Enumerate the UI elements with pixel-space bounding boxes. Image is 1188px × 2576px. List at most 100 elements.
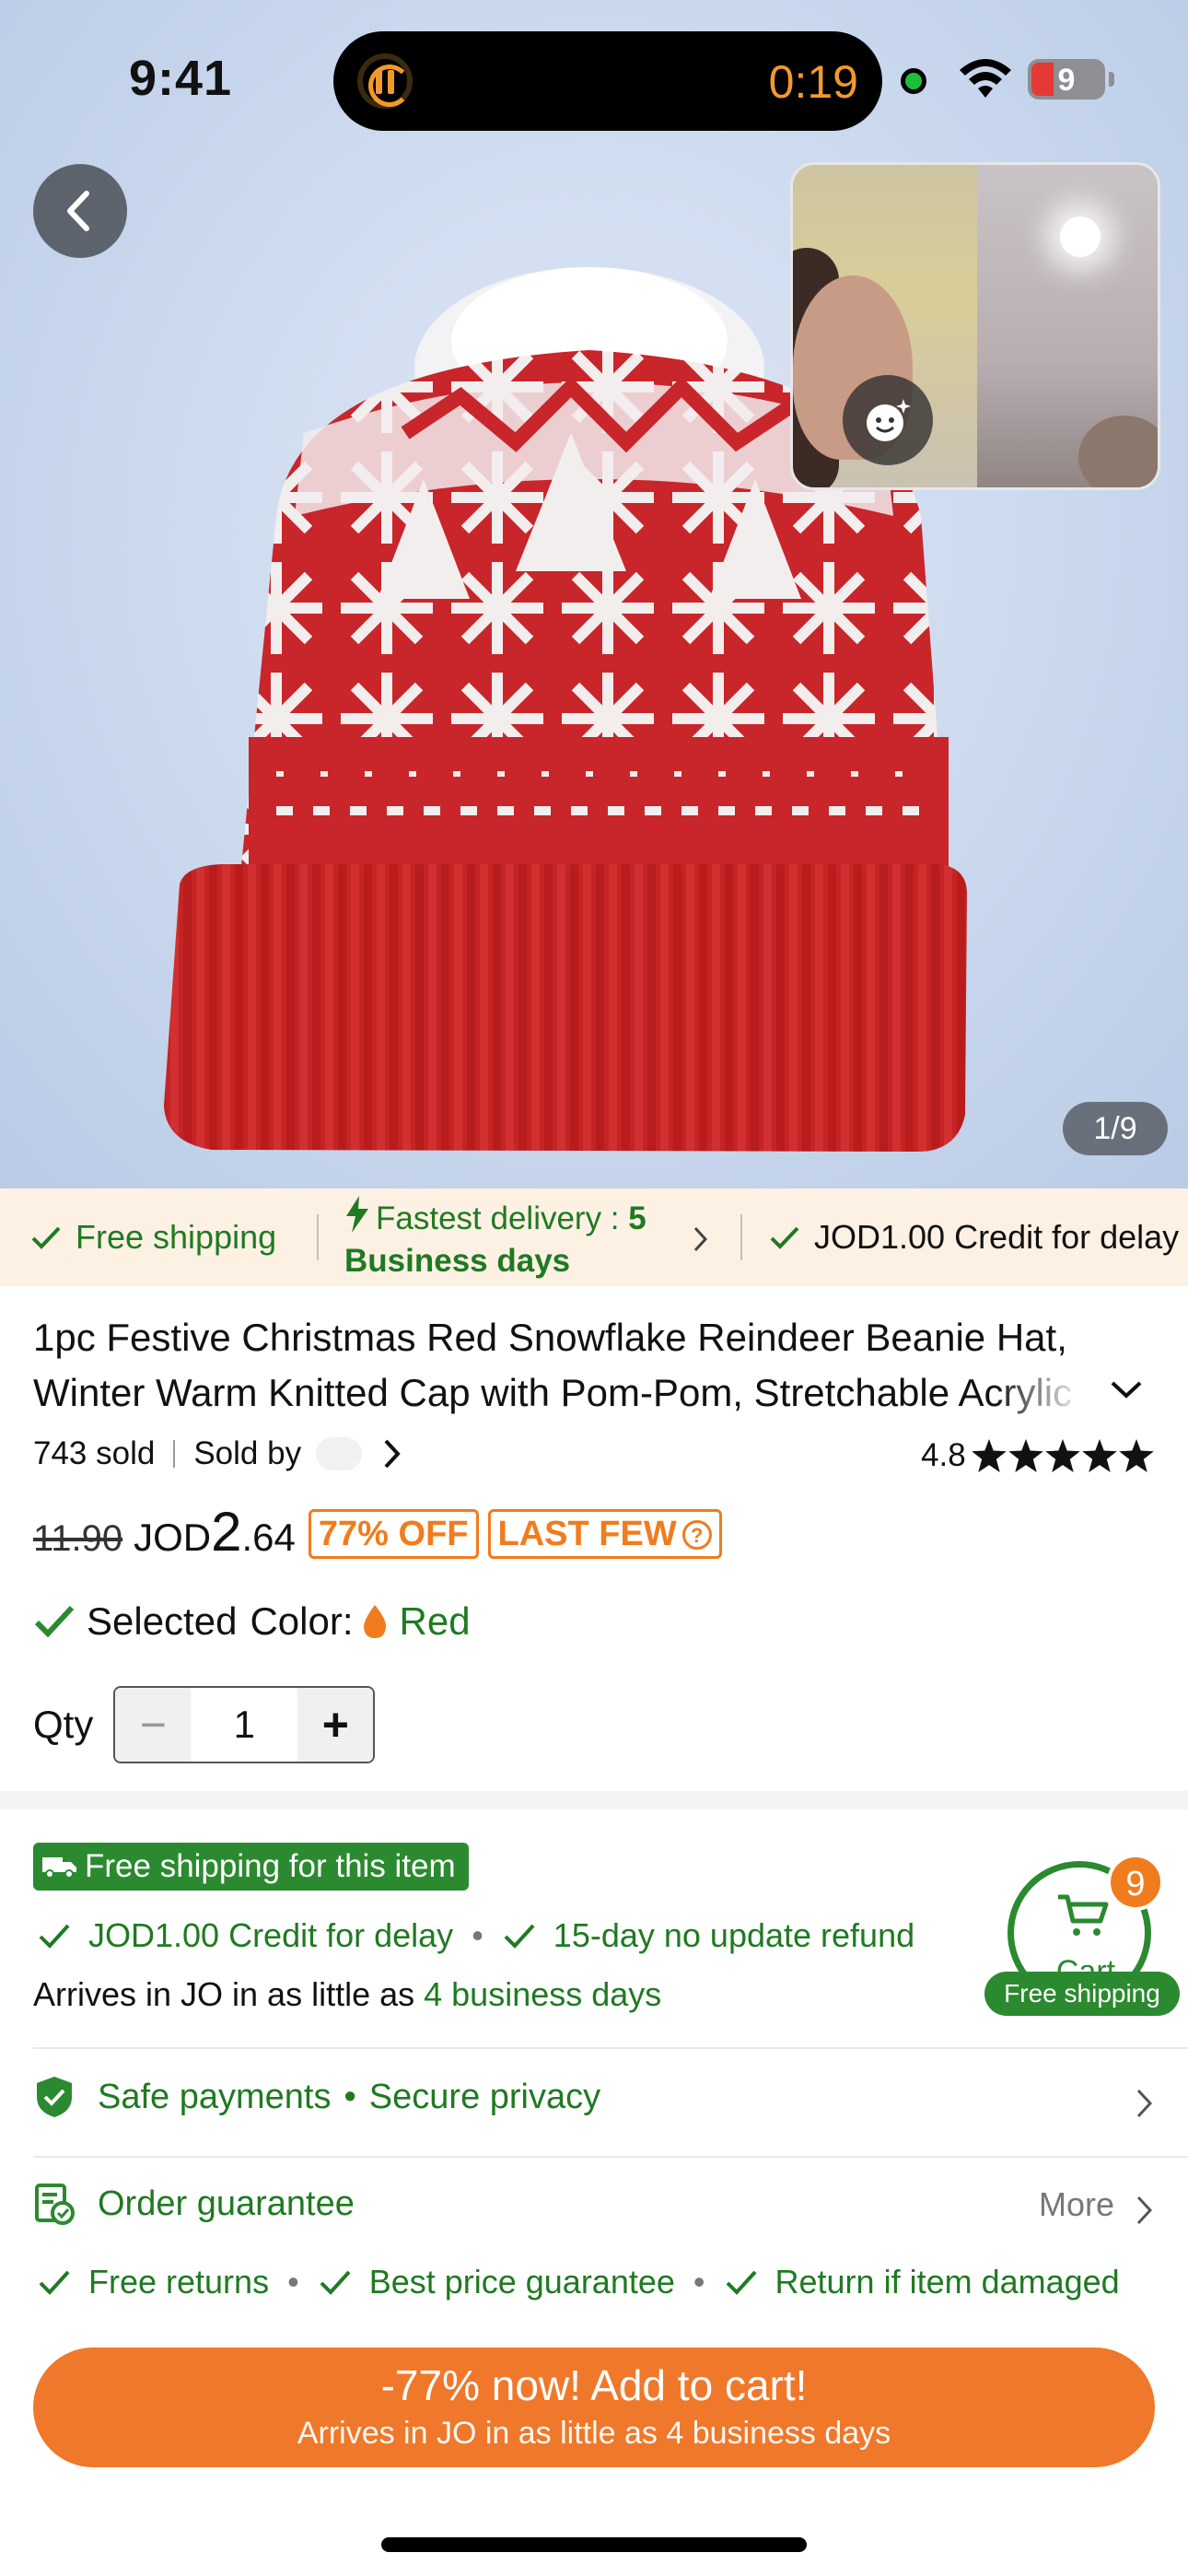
divider [33, 2047, 1188, 2049]
strip-separator [740, 1214, 742, 1260]
shipping-strip[interactable]: Free shipping Fastest delivery : 5 Busin… [0, 1188, 1188, 1286]
flame-icon [363, 1605, 386, 1638]
camera-in-use-icon [901, 68, 926, 94]
pipe-divider [173, 1440, 176, 1468]
pause-icon [376, 70, 396, 94]
status-time: 9:41 [129, 51, 233, 106]
cart-free-shipping-label: Free shipping [984, 1972, 1180, 2016]
stock-badge[interactable]: LAST FEW? [487, 1509, 722, 1559]
face-effects-icon [867, 399, 911, 441]
pip-ceiling-light [1060, 217, 1101, 257]
fastest-delivery-unit: Business days [344, 1243, 571, 1279]
selected-label: Selected [87, 1599, 238, 1643]
truck-icon [42, 1857, 76, 1879]
seller-logo[interactable] [316, 1437, 363, 1470]
strip-free-shipping-label: Free shipping [76, 1218, 277, 1256]
quantity-row: Qty − 1 + [33, 1686, 376, 1763]
free-shipping-tag: Free shipping for this item [33, 1843, 469, 1891]
rating[interactable]: 4.8 [921, 1437, 1154, 1474]
seller-chevron-right-icon[interactable] [382, 1438, 402, 1469]
free-shipping-tag-label: Free shipping for this item [85, 1848, 456, 1884]
chevron-right-icon[interactable] [1135, 2088, 1155, 2119]
pip-self-view [793, 165, 977, 487]
cta-line-1: -77% now! Add to cart! [380, 2361, 808, 2409]
star-icon [1044, 1439, 1080, 1472]
price-row: 11.90 JOD 2 .64 77% OFF LAST FEW? [33, 1500, 731, 1564]
strip-free-shipping: Free shipping [29, 1188, 276, 1286]
cart-icon [1058, 1894, 1109, 1936]
image-counter: 1/9 [1063, 1102, 1168, 1155]
home-indicator[interactable] [381, 2537, 807, 2552]
strip-credit-delay: JOD1.00 Credit for delay [768, 1188, 1179, 1286]
price-integer: 2 [211, 1501, 242, 1563]
back-chevron-icon [67, 191, 89, 231]
color-label: Color: [250, 1599, 354, 1643]
safe-payments-row[interactable]: Safe payments • Secure privacy [33, 2075, 600, 2119]
dot-separator: • [472, 1916, 483, 1954]
qty-minus-button[interactable]: − [115, 1688, 192, 1762]
cart-count-badge: 9 [1107, 1854, 1164, 1911]
shield-check-icon [37, 2077, 72, 2117]
dot-separator: • [287, 2263, 299, 2301]
check-icon [39, 1924, 70, 1949]
guarantee-perks: Free returns • Best price guarantee • Re… [37, 2263, 1120, 2301]
check-icon [320, 2270, 351, 2295]
strip-separator [317, 1214, 319, 1260]
secure-privacy-label: Secure privacy [368, 2077, 601, 2116]
order-guarantee-label: Order guarantee [98, 2184, 355, 2223]
product-title[interactable]: 1pc Festive Christmas Red Snowflake Rein… [33, 1310, 1111, 1421]
dot-separator: • [693, 2263, 705, 2301]
qty-value[interactable]: 1 [191, 1688, 298, 1762]
divider [33, 2156, 1188, 2158]
sold-by-label: Sold by [193, 1435, 302, 1471]
title-fade [995, 1367, 1105, 1419]
expand-title-chevron-icon[interactable] [1109, 1378, 1144, 1400]
facetime-video-pip[interactable] [790, 162, 1160, 490]
selected-check-icon [34, 1605, 75, 1638]
product-image[interactable]: 9:41 0:19 9 1/9 [0, 0, 1188, 1188]
star-icon [1007, 1439, 1043, 1472]
check-icon [770, 1226, 799, 1249]
check-icon [39, 2270, 70, 2295]
section-divider [0, 1791, 1188, 1809]
sold-count: 743 sold [33, 1435, 156, 1471]
wifi-icon [960, 59, 1011, 98]
original-price: 11.90 [33, 1518, 123, 1559]
more-link[interactable]: More [1039, 2185, 1114, 2224]
star-icon [1118, 1439, 1154, 1472]
check-icon [31, 1226, 61, 1249]
color-selection-row[interactable]: Selected Color: Red [33, 1599, 471, 1644]
color-value: Red [399, 1599, 471, 1643]
return-damaged-label: Return if item damaged [775, 2263, 1120, 2301]
floating-cart-button[interactable]: Cart 9 Free shipping [984, 1854, 1180, 2016]
sold-row: 743 sold Sold by [33, 1435, 402, 1472]
free-returns-label: Free returns [88, 2263, 270, 2301]
price-decimal: .64 [241, 1516, 296, 1559]
strip-fastest-delivery[interactable]: Fastest delivery : 5 Business days [344, 1196, 731, 1282]
arrival-estimate: Arrives in JO in as little as 4 business… [33, 1975, 661, 2014]
stock-badge-label: LAST FEW [497, 1515, 677, 1553]
battery-level: 9 [1057, 63, 1076, 98]
help-icon[interactable]: ? [681, 1520, 712, 1550]
back-button[interactable] [33, 164, 127, 258]
rating-stars [971, 1439, 1154, 1472]
quantity-stepper[interactable]: − 1 + [113, 1686, 376, 1763]
safe-payments-label: Safe payments [98, 2077, 332, 2116]
perk-credit-delay: JOD1.00 Credit for delay [88, 1916, 454, 1954]
qty-plus-button[interactable]: + [297, 1688, 374, 1762]
check-icon [504, 1924, 535, 1949]
dynamic-island[interactable]: 0:19 [333, 31, 882, 131]
order-guarantee-row[interactable]: Order guarantee [33, 2182, 355, 2226]
shipping-perks[interactable]: JOD1.00 Credit for delay • 15-day no upd… [37, 1916, 914, 1955]
star-icon [971, 1439, 1007, 1472]
battery-icon: 9 [1028, 59, 1114, 100]
chevron-right-icon[interactable] [1135, 2195, 1155, 2226]
check-icon [726, 2270, 756, 2295]
rating-value: 4.8 [921, 1437, 966, 1473]
recording-timer: 0:19 [768, 56, 858, 108]
effects-button[interactable] [843, 375, 933, 465]
add-to-cart-button[interactable]: -77% now! Add to cart! Arrives in JO in … [33, 2348, 1155, 2467]
best-price-label: Best price guarantee [368, 2263, 675, 2301]
price-currency: JOD [134, 1516, 212, 1559]
arrive-days: 4 business days [424, 1975, 662, 2013]
